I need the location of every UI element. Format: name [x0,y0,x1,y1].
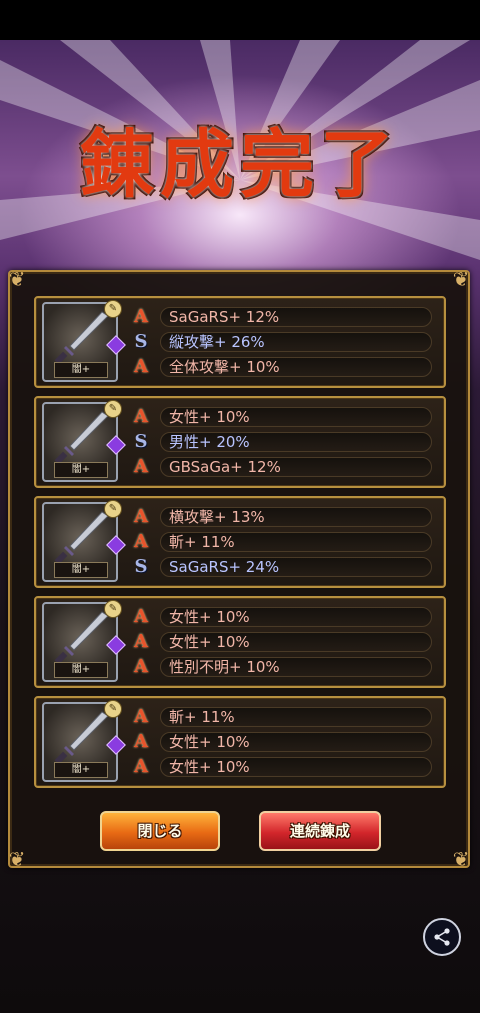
stat-row: A 女性+ 10% [130,406,436,428]
rank-a-icon: A [134,306,148,327]
close-button[interactable]: 閉じる [100,811,220,851]
stat-text: 女性+ 10% [160,757,432,777]
result-card: 闇+ ✎ A 女性+ 10% A 女性+ 10% A 性別不明+ 10% [34,596,446,688]
rank-a-icon: A [134,731,148,752]
stat-text: SaGaRS+ 24% [160,557,432,577]
stat-text: 斬+ 11% [160,532,432,552]
element-badge: 闇+ [54,562,108,578]
rank-s-icon: S [134,431,148,452]
page-title: 錬成完了 [80,122,400,208]
rank-a-icon: A [134,456,148,477]
ornament-icon: ❦ [452,267,470,291]
rank-s-icon: S [134,556,148,577]
rank-a-icon: A [134,631,148,652]
stat-row: S 縦攻撃+ 26% [130,331,436,353]
stat-text: GBSaGa+ 12% [160,457,432,477]
stat-row: A 女性+ 10% [130,756,436,778]
stat-row: A GBSaGa+ 12% [130,456,436,478]
pen-icon: ✎ [104,700,122,718]
stat-row: S 男性+ 20% [130,431,436,453]
element-badge: 闇+ [54,662,108,678]
weapon-slot[interactable]: 闇+ ✎ [42,300,126,382]
rank-a-icon: A [134,656,148,677]
weapon-slot[interactable]: 闇+ ✎ [42,700,126,782]
stat-row: S SaGaRS+ 24% [130,556,436,578]
stat-text: 全体攻撃+ 10% [160,357,432,377]
sword-icon [54,711,109,765]
ornament-icon: ❦ [8,847,26,871]
stat-row: A 性別不明+ 10% [130,656,436,678]
weapon-slot[interactable]: 闇+ ✎ [42,400,126,482]
rank-a-icon: A [134,706,148,727]
stat-row: A 斬+ 11% [130,531,436,553]
share-button[interactable] [423,918,461,956]
stat-text: 女性+ 10% [160,732,432,752]
rank-a-icon: A [134,406,148,427]
stat-row: A 女性+ 10% [130,631,436,653]
stat-row: A 女性+ 10% [130,606,436,628]
result-card: 闇+ ✎ A 斬+ 11% A 女性+ 10% A 女性+ 10% [34,696,446,788]
stat-text: 男性+ 20% [160,432,432,452]
pen-icon: ✎ [104,600,122,618]
stat-text: SaGaRS+ 12% [160,307,432,327]
sword-icon [54,311,109,365]
rank-a-icon: A [134,356,148,377]
sword-icon [54,511,109,565]
stat-text: 女性+ 10% [160,407,432,427]
rank-a-icon: A [134,531,148,552]
pen-icon: ✎ [104,500,122,518]
stat-row: A 横攻撃+ 13% [130,506,436,528]
weapon-slot[interactable]: 闇+ ✎ [42,600,126,682]
stat-text: 斬+ 11% [160,707,432,727]
share-icon [434,928,450,946]
stat-text: 横攻撃+ 13% [160,507,432,527]
sword-icon [54,411,109,465]
weapon-slot[interactable]: 闇+ ✎ [42,500,126,582]
ornament-icon: ❦ [8,267,26,291]
continue-refine-button[interactable]: 連続錬成 [259,811,381,851]
result-card: 闇+ ✎ A 横攻撃+ 13% A 斬+ 11% S SaGaRS+ 24% [34,496,446,588]
element-badge: 闇+ [54,462,108,478]
pen-icon: ✎ [104,300,122,318]
stat-text: 縦攻撃+ 26% [160,332,432,352]
status-bar [0,0,480,40]
stat-row: A 女性+ 10% [130,731,436,753]
rank-s-icon: S [134,331,148,352]
result-card: 闇+ ✎ A SaGaRS+ 12% S 縦攻撃+ 26% A 全体攻撃+ 10… [34,296,446,388]
rank-a-icon: A [134,606,148,627]
stat-text: 性別不明+ 10% [160,657,432,677]
rank-a-icon: A [134,506,148,527]
element-badge: 闇+ [54,362,108,378]
stat-row: A 全体攻撃+ 10% [130,356,436,378]
rank-a-icon: A [134,756,148,777]
sword-icon [54,611,109,665]
ornament-icon: ❦ [452,847,470,871]
stat-text: 女性+ 10% [160,632,432,652]
element-badge: 闇+ [54,762,108,778]
stat-row: A 斬+ 11% [130,706,436,728]
stat-text: 女性+ 10% [160,607,432,627]
stat-row: A SaGaRS+ 12% [130,306,436,328]
pen-icon: ✎ [104,400,122,418]
result-card: 闇+ ✎ A 女性+ 10% S 男性+ 20% A GBSaGa+ 12% [34,396,446,488]
